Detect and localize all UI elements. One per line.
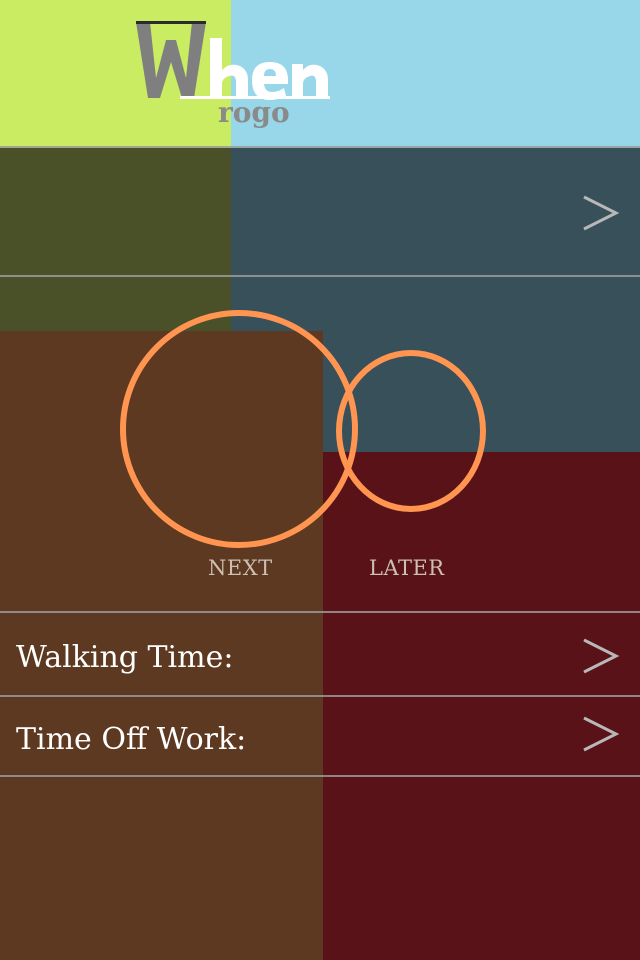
divider-line bbox=[0, 146, 640, 148]
next-option-circle[interactable] bbox=[120, 310, 358, 548]
walking-time-label[interactable]: Walking Time: bbox=[16, 640, 233, 675]
chevron-right-icon[interactable] bbox=[580, 636, 620, 676]
olive-panel bbox=[0, 148, 231, 331]
divider-line bbox=[0, 775, 640, 777]
divider-line bbox=[0, 611, 640, 613]
next-label[interactable]: NEXT bbox=[208, 556, 273, 580]
divider-line bbox=[0, 275, 640, 277]
svg-text:rogo: rogo bbox=[218, 96, 290, 129]
chevron-right-icon[interactable] bbox=[580, 193, 620, 233]
time-off-work-label[interactable]: Time Off Work: bbox=[16, 722, 246, 757]
later-label[interactable]: LATER bbox=[369, 556, 445, 580]
maroon-panel bbox=[323, 452, 640, 960]
later-option-circle[interactable] bbox=[336, 350, 486, 512]
chevron-right-icon[interactable] bbox=[580, 714, 620, 754]
app-logo: rogo bbox=[132, 18, 332, 130]
divider-line bbox=[0, 695, 640, 697]
